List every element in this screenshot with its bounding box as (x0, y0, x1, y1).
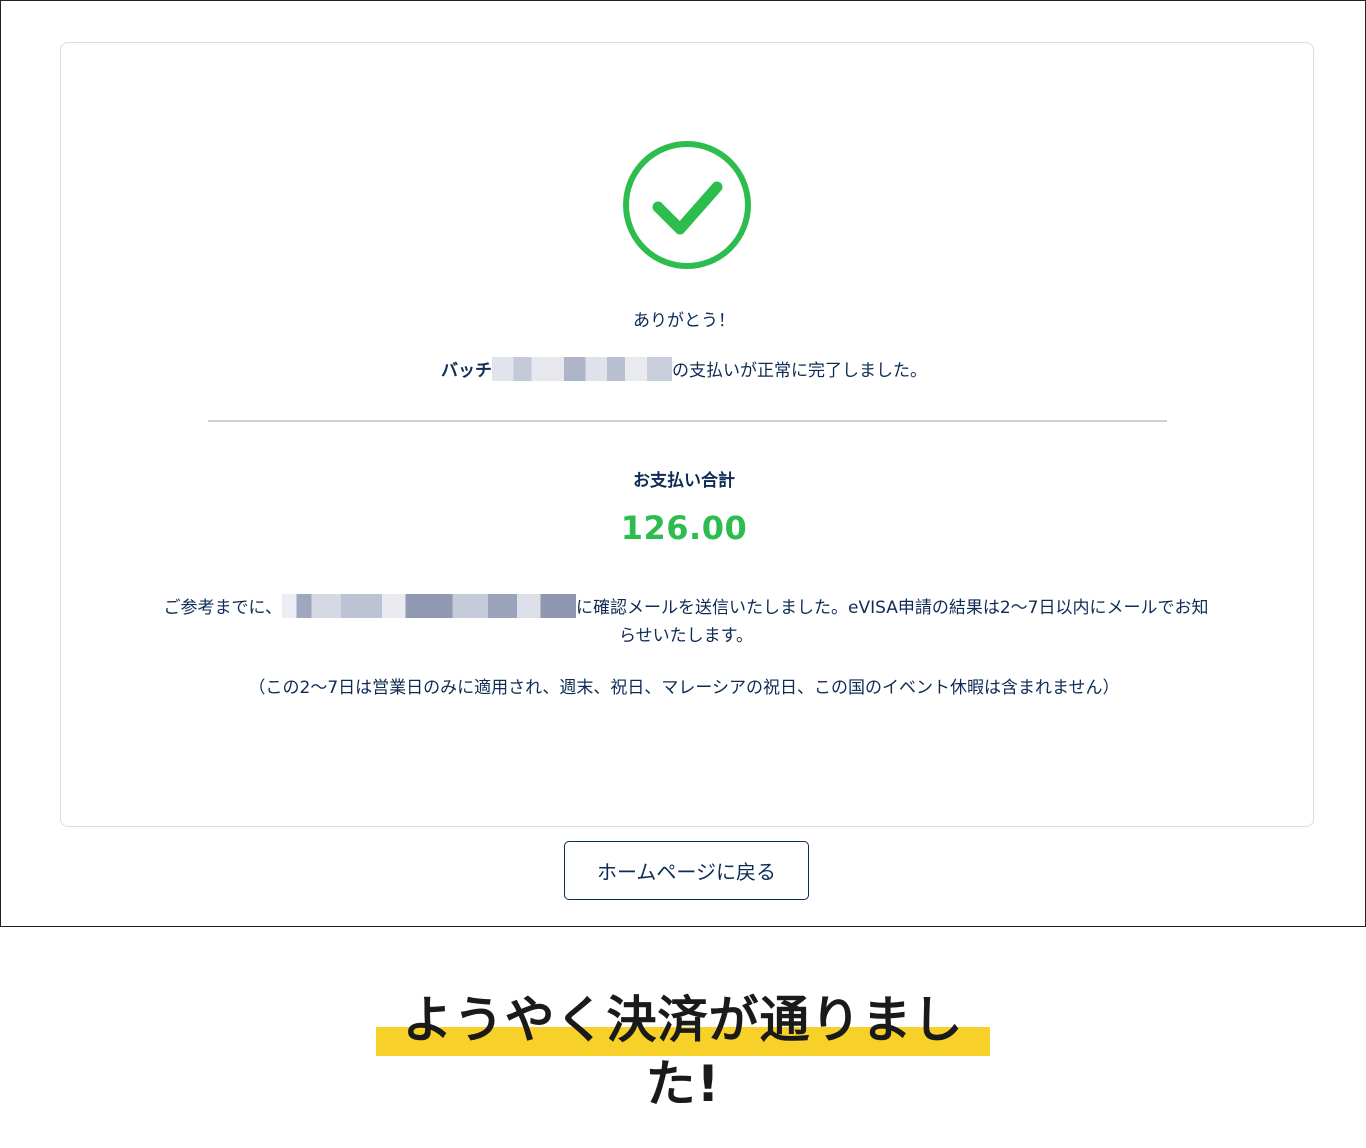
email-notice: ご参考までに、 に確認メールを送信いたしました。eVISA申請の結果は2〜7日以内… (161, 594, 1211, 650)
total-amount: 126.00 (620, 509, 748, 547)
payment-success-message: バッチ の支払いが正常に完了しました。 (1, 356, 1366, 381)
business-days-note: （この2〜7日は営業日のみに適用され、週末、祝日、マレーシアの祝日、この国のイベ… (248, 678, 1120, 698)
check-circle-icon (622, 141, 752, 271)
home-button[interactable]: ホームページに戻る (564, 841, 809, 900)
redacted-email (282, 594, 577, 618)
email-notice-suffix: に確認メールを送信いたしました。eVISA申請の結果は2〜7日以内にメールでお知… (576, 598, 1209, 646)
total-label: お支払い合計 (633, 471, 735, 491)
caption-text: ようやく決済が通りました! (402, 991, 964, 1113)
batch-label: バッチ (441, 361, 492, 381)
caption: ようやく決済が通りました! (376, 988, 990, 1113)
browser-screenshot: ありがとう！ バッチ の支払いが正常に完了しました。 お支払い合計 126.00 … (0, 0, 1366, 927)
email-notice-prefix: ご参考までに、 (163, 598, 283, 618)
divider (208, 420, 1167, 422)
redacted-batch-id (492, 357, 672, 381)
payment-success-suffix: の支払いが正常に完了しました。 (672, 361, 927, 381)
thanks-message: ありがとう！ (633, 311, 735, 331)
